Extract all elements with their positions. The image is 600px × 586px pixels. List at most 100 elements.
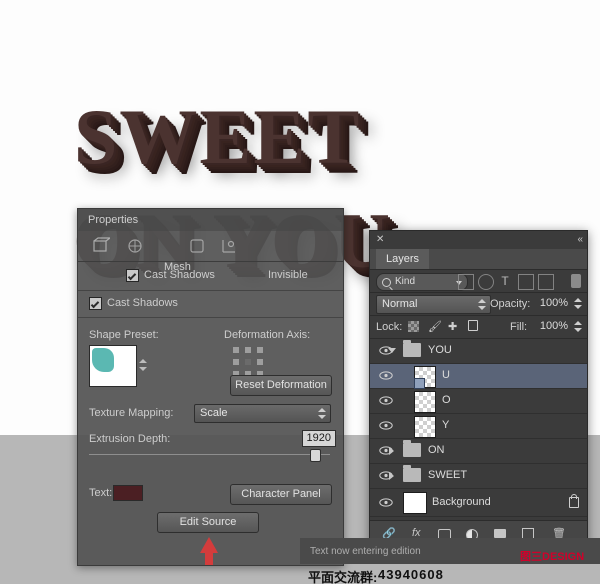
lock-transparent-icon[interactable] [408, 321, 419, 332]
cast-shadows-top-checkbox[interactable] [126, 269, 139, 282]
mesh-icon[interactable] [92, 237, 110, 255]
layer-row-u[interactable]: U [370, 364, 587, 389]
close-icon[interactable]: ✕ [376, 234, 384, 245]
blend-mode-value: Normal [382, 298, 417, 310]
expand-triangle-icon[interactable] [389, 447, 394, 455]
new-group-icon[interactable] [494, 529, 506, 538]
cast-shadows-row[interactable]: Cast Shadows [78, 291, 343, 318]
pixel-filter-icon[interactable] [458, 274, 474, 290]
lock-image-icon[interactable]: 🖌 [428, 320, 442, 333]
deform-icon[interactable] [126, 237, 144, 255]
layer-row-o[interactable]: O [370, 389, 587, 414]
annotation-arrow-icon [200, 537, 218, 553]
extrusion-depth-input[interactable]: 1920 [302, 430, 336, 447]
layer-name: Background [432, 496, 491, 508]
layer-name: YOU [428, 344, 452, 356]
layers-panel-titlebar: ✕ « [370, 231, 587, 249]
qq-label: 平面交流群: [308, 567, 377, 586]
opacity-stepper-icon[interactable] [574, 295, 583, 312]
layer-name: SWEET [428, 469, 467, 481]
type-filter-icon[interactable]: T [498, 274, 512, 288]
texture-mapping-value: Scale [200, 407, 228, 419]
taskbar-status-text: Text now entering edition [310, 546, 421, 557]
layer-name: ON [428, 444, 445, 456]
eye-icon[interactable] [379, 396, 392, 405]
character-panel-button[interactable]: Character Panel [230, 484, 332, 505]
layer-row-sweet[interactable]: SWEET [370, 464, 587, 489]
lock-all-icon[interactable] [468, 320, 478, 331]
layer-row-y[interactable]: Y [370, 414, 587, 439]
properties-panel-tabs[interactable]: Mesh [78, 231, 343, 262]
shape-filter-icon[interactable] [518, 274, 534, 290]
smart-object-filter-icon[interactable] [538, 274, 554, 290]
lock-bar[interactable]: Lock: 🖌 ✚ Fill: 100% [370, 316, 587, 339]
layer-thumbnail[interactable] [414, 416, 436, 438]
chevron-updown-icon [478, 296, 487, 313]
texture-mapping-select[interactable]: Scale [194, 404, 331, 423]
opacity-value[interactable]: 100% [536, 296, 572, 311]
folder-icon [403, 443, 421, 457]
layers-filter-bar[interactable]: Kind T [370, 270, 587, 293]
layer-thumbnail[interactable] [403, 492, 427, 514]
folder-icon [403, 343, 421, 357]
layer-name: Y [442, 419, 449, 431]
invisible-label: Invisible [268, 269, 308, 281]
extrusion-depth-slider[interactable] [89, 449, 330, 461]
cast-shadows-top-label: Cast Shadows [144, 269, 215, 281]
cast-shadows-top-row[interactable]: Cast Shadows Invisible [78, 262, 343, 291]
3d-layer-badge-icon [414, 378, 425, 389]
edit-source-button[interactable]: Edit Source [157, 512, 259, 533]
filter-kind-label: Kind [395, 276, 415, 287]
reset-deformation-button[interactable]: Reset Deformation [230, 375, 332, 396]
chevron-updown-icon [318, 405, 327, 422]
text-color-swatch[interactable] [113, 485, 143, 501]
blend-mode-bar[interactable]: Normal Opacity: 100% [370, 293, 587, 316]
eye-icon[interactable] [379, 421, 392, 430]
coordinates-icon[interactable] [220, 237, 238, 255]
cast-shadows-label: Cast Shadows [107, 297, 178, 309]
texture-mapping-label: Texture Mapping: [89, 407, 173, 419]
collapse-icon[interactable]: « [577, 234, 582, 245]
layers-panel[interactable]: ✕ « Layers Kind T Normal Opacity: 100% L… [369, 230, 588, 548]
slider-knob[interactable] [310, 449, 321, 462]
eye-icon[interactable] [379, 498, 392, 507]
expand-triangle-icon[interactable] [389, 472, 394, 480]
slider-track [89, 454, 330, 455]
cap-icon[interactable] [188, 237, 206, 255]
lock-position-icon[interactable]: ✚ [448, 320, 457, 333]
adjustment-filter-icon[interactable] [478, 274, 494, 290]
layers-panel-tabs[interactable]: Layers [370, 249, 587, 270]
shape-preset-swatch[interactable] [89, 345, 137, 387]
layer-row-you[interactable]: YOU [370, 339, 587, 364]
layer-row-on[interactable]: ON [370, 439, 587, 464]
filter-toggle-icon[interactable] [571, 274, 581, 288]
extrusion-depth-label: Extrusion Depth: [89, 433, 170, 445]
expand-triangle-icon[interactable] [388, 348, 396, 357]
layer-thumbnail[interactable] [414, 391, 436, 413]
fill-value[interactable]: 100% [536, 319, 572, 334]
layers-list[interactable]: YOU U O Y [370, 339, 587, 517]
fill-stepper-icon[interactable] [574, 318, 583, 335]
layer-name: U [442, 369, 450, 381]
lock-label: Lock: [376, 321, 402, 333]
qq-number: 43940608 [378, 567, 444, 582]
artwork-text-line1: SWEET [74, 92, 361, 182]
properties-panel[interactable]: Properties Mesh Cast Shadows Invisible C… [77, 208, 344, 566]
lock-icon [569, 497, 579, 508]
layer-name: O [442, 394, 451, 406]
opacity-label: Opacity: [490, 298, 530, 310]
properties-panel-title: Properties [78, 209, 343, 231]
brand-watermark: 图三DESIGN [520, 548, 584, 564]
folder-icon [403, 468, 421, 482]
filter-kind-select[interactable]: Kind [376, 273, 468, 291]
shape-preset-label: Shape Preset: [89, 329, 159, 341]
layer-row-background[interactable]: Background [370, 489, 587, 517]
cast-shadows-checkbox[interactable] [89, 297, 102, 310]
tab-layers[interactable]: Layers [376, 249, 429, 269]
shape-preset-dropdown-arrows[interactable] [138, 355, 149, 377]
deformation-axis-label: Deformation Axis: [224, 329, 310, 341]
shape-preset-thumbnail [92, 348, 114, 372]
blend-mode-select[interactable]: Normal [376, 295, 491, 314]
eye-icon[interactable] [379, 371, 392, 380]
text-label: Text: [89, 487, 112, 499]
